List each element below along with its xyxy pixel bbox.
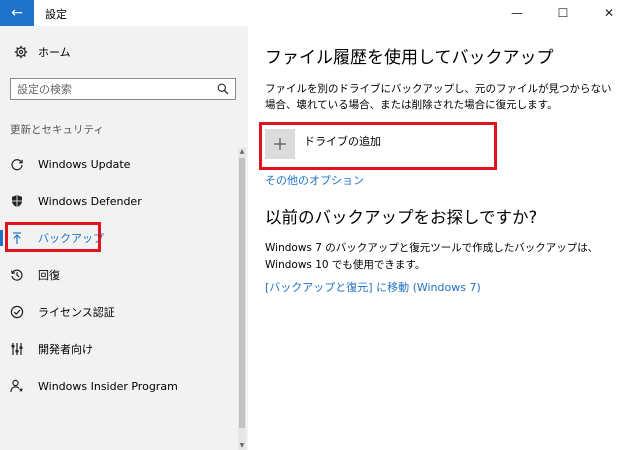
- search-icon[interactable]: [217, 80, 229, 99]
- gear-icon: [14, 45, 28, 59]
- search-box[interactable]: [10, 78, 236, 100]
- refresh-icon: [10, 157, 24, 171]
- app-title: 設定: [45, 8, 67, 21]
- older-backup-description: Windows 7 のバックアップと復元ツールで作成したバックアップは、Wind…: [265, 242, 599, 271]
- back-button[interactable]: ←: [0, 0, 34, 26]
- sidebar-item-label: Windows Update: [38, 157, 131, 171]
- sidebar-item-label: Windows Defender: [38, 194, 142, 208]
- backup-restore-link[interactable]: [バックアップと復元] に移動 (Windows 7): [265, 279, 481, 295]
- check-circle-icon: [10, 305, 24, 319]
- developer-sliders-icon: [10, 342, 24, 356]
- home-link[interactable]: ホーム: [14, 44, 71, 60]
- sidebar-item-label: Windows Insider Program: [38, 379, 178, 393]
- history-icon: [10, 268, 24, 282]
- back-arrow-icon: ←: [11, 5, 23, 21]
- sidebar-item-insider[interactable]: Windows Insider Program: [0, 375, 236, 397]
- minimize-button[interactable]: —: [494, 0, 540, 26]
- maximize-icon: ☐: [557, 6, 569, 20]
- sidebar-item-windows-update[interactable]: Windows Update: [0, 153, 236, 175]
- maximize-button[interactable]: ☐: [540, 0, 586, 26]
- scroll-up-icon[interactable]: ▲: [238, 148, 246, 156]
- sidebar-item-recovery[interactable]: 回復: [0, 264, 236, 286]
- title-bar: ← 設定 — ☐ ✕: [0, 0, 632, 26]
- more-options-link[interactable]: その他のオプション: [265, 172, 364, 188]
- scroll-thumb[interactable]: [239, 158, 245, 428]
- highlight-frame-backup: [5, 222, 101, 252]
- page-description: ファイルを別のドライブにバックアップし、元のファイルが見つからない場合、壊れてい…: [265, 83, 612, 111]
- sidebar-item-activation[interactable]: ライセンス認証: [0, 301, 236, 323]
- shield-icon: [10, 194, 24, 208]
- sidebar-item-label: 回復: [38, 269, 60, 282]
- highlight-frame-add-drive: [259, 122, 497, 170]
- page-title: ファイル履歴を使用してバックアップ: [265, 48, 554, 68]
- close-icon: ✕: [603, 6, 615, 20]
- home-label: ホーム: [38, 46, 71, 59]
- active-indicator: [0, 230, 3, 246]
- sidebar-scrollbar[interactable]: ▲ ▼: [238, 148, 246, 450]
- close-button[interactable]: ✕: [586, 0, 632, 26]
- main-content: ファイル履歴を使用してバックアップ ファイルを別のドライブにバックアップし、元の…: [248, 26, 632, 450]
- scroll-down-icon[interactable]: ▼: [238, 442, 246, 450]
- sidebar-item-label: ライセンス認証: [38, 306, 115, 319]
- sidebar-item-windows-defender[interactable]: Windows Defender: [0, 190, 236, 212]
- sidebar: ホーム 更新とセキュリティ Windows Update Windows Def…: [0, 26, 248, 450]
- older-backup-title: 以前のバックアップをお探しですか?: [265, 208, 538, 227]
- search-input[interactable]: [17, 82, 197, 96]
- sidebar-item-label: 開発者向け: [38, 343, 93, 356]
- window-controls: — ☐ ✕: [494, 0, 632, 26]
- sidebar-item-developers[interactable]: 開発者向け: [0, 338, 236, 360]
- insider-person-icon: [10, 379, 24, 393]
- section-label: 更新とセキュリティ: [10, 124, 104, 136]
- minimize-icon: —: [511, 6, 523, 20]
